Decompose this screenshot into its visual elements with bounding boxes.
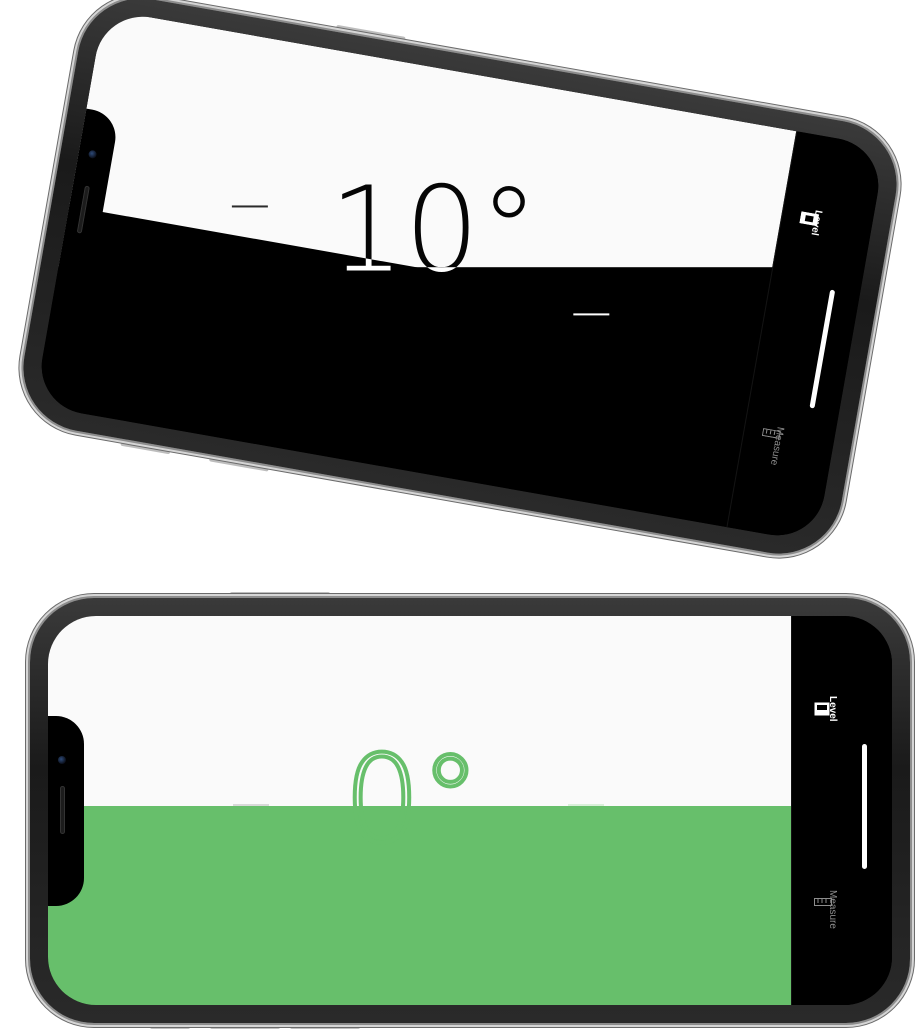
tab-level-label: Level xyxy=(827,696,838,722)
earpiece xyxy=(76,185,90,234)
angle-readout: 10° xyxy=(329,160,539,299)
level-marker-right xyxy=(573,313,610,316)
front-camera xyxy=(58,755,66,764)
screen: 0° Level Measure xyxy=(48,616,892,1005)
side-button xyxy=(290,1024,360,1029)
angle-readout: 0° xyxy=(342,731,482,870)
front-camera xyxy=(87,149,98,159)
notch xyxy=(48,715,84,906)
phone-tilted: 10° Level Measure xyxy=(13,0,907,564)
tab-level[interactable]: Level xyxy=(806,696,876,740)
home-indicator[interactable] xyxy=(862,744,867,869)
side-button xyxy=(150,1024,190,1029)
earpiece xyxy=(60,785,65,834)
level-view: 0° xyxy=(48,616,792,1005)
home-indicator[interactable] xyxy=(809,289,836,409)
level-marker-left xyxy=(233,804,269,806)
tab-measure[interactable]: Measure xyxy=(749,419,826,474)
screen: 10° Level Measure xyxy=(34,9,886,543)
tab-measure-label: Measure xyxy=(827,890,838,929)
level-marker-right xyxy=(568,804,604,806)
tab-measure[interactable]: Measure xyxy=(806,890,876,934)
tab-bar: Level Measure xyxy=(791,616,892,1005)
level-marker-left xyxy=(231,205,268,208)
tab-level[interactable]: Level xyxy=(787,202,864,257)
phone-level: 0° Level Measure xyxy=(30,592,910,1029)
side-button xyxy=(210,1024,280,1029)
volume-button xyxy=(230,592,330,597)
